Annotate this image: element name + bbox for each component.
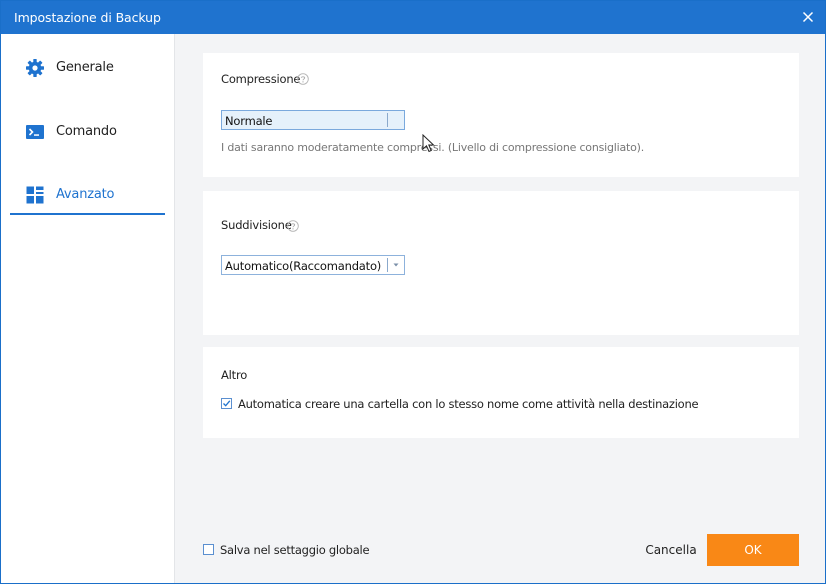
select-divider [387,258,388,272]
cancel-button[interactable]: Cancella [636,534,706,566]
compression-select[interactable]: Normale [221,110,405,130]
compression-select-value: Normale [225,114,273,128]
compression-panel: Compressione Normale I dati saranno mode… [203,53,799,177]
sidebar: Generale Comando Avanzato [1,34,175,583]
splitting-panel: Suddivisione Automatico(Raccomandato) [203,191,799,335]
sidebar-item-label: Comando [56,124,117,139]
title-bar: Impostazione di Backup [1,1,825,34]
chevron-down-icon [392,261,400,269]
other-panel: Altro Automatica creare una cartella con… [203,347,799,438]
help-icon[interactable] [287,220,299,232]
auto-folder-label: Automatica creare una cartella con lo st… [238,397,699,411]
splitting-title: Suddivisione [221,218,292,232]
checkbox-checked-icon [221,398,232,409]
compression-title: Compressione [221,72,301,86]
backup-settings-dialog: Impostazione di Backup Generale Comando … [0,0,826,584]
save-global-label: Salva nel settaggio globale [220,543,370,557]
sidebar-item-label: Generale [56,60,114,75]
splitting-select[interactable]: Automatico(Raccomandato) [221,255,405,275]
compression-description: I dati saranno moderatamente compressi. … [221,141,645,154]
ok-button[interactable]: OK [707,534,799,566]
select-divider [387,113,388,127]
help-icon[interactable] [297,73,309,85]
splitting-select-value: Automatico(Raccomandato) [225,259,382,273]
close-icon [802,11,814,23]
terminal-icon [25,122,45,142]
checkbox-unchecked-icon [203,544,214,555]
sidebar-item-comando[interactable]: Comando [10,112,165,152]
settings-content: Compressione Normale I dati saranno mode… [176,34,825,583]
sidebar-item-generale[interactable]: Generale [10,48,165,88]
sidebar-item-avanzato[interactable]: Avanzato [10,175,165,215]
window-title: Impostazione di Backup [14,10,161,25]
chevron-down-icon [392,116,400,124]
other-title: Altro [221,368,248,382]
gear-icon [25,58,45,78]
close-button[interactable] [799,8,817,26]
sidebar-item-label: Avanzato [56,187,115,202]
grid-icon [25,185,45,205]
